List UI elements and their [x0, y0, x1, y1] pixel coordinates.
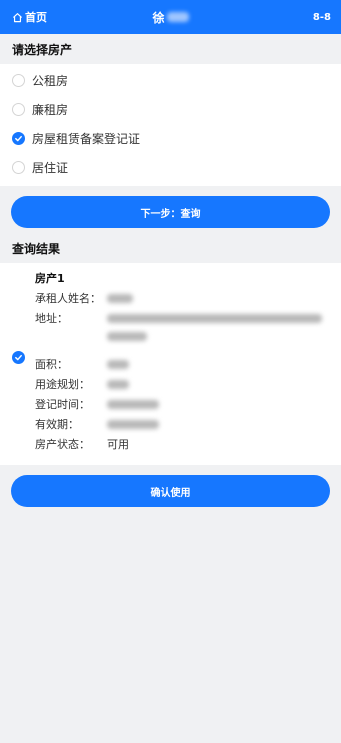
field-label: 用途规划：	[35, 378, 90, 391]
user-title: 徐	[152, 9, 189, 26]
radio-checked-icon[interactable]	[12, 351, 25, 364]
redacted-value	[107, 294, 133, 303]
field-label: 承租人姓名：	[35, 292, 101, 305]
field-label: 有效期：	[35, 418, 79, 431]
select-property-title: 请选择房产	[12, 43, 73, 57]
field-validity-period: 有效期：	[0, 415, 341, 435]
field-registration-time: 登记时间：	[0, 395, 341, 415]
top-nav-bar: 首页 徐 8-8	[0, 0, 341, 34]
redacted-value	[107, 420, 159, 429]
redacted-value	[107, 309, 322, 341]
property-status-value: 可用	[107, 438, 129, 451]
field-area: 面积：	[0, 355, 341, 375]
query-result-title: 查询结果	[12, 242, 61, 256]
option-label: 居住证	[32, 161, 69, 175]
radio-checked-icon[interactable]	[12, 132, 25, 145]
option-public-rental[interactable]: 公租房	[0, 66, 341, 95]
property-result-card[interactable]: 房产1 承租人姓名： 地址： 面积： 用途规划： 登记时间： 有效期： 房产状态…	[0, 263, 341, 465]
property-title: 房产1	[35, 272, 65, 285]
option-residence-permit[interactable]: 居住证	[0, 153, 341, 182]
radio-unchecked-icon[interactable]	[12, 103, 25, 116]
redacted-value	[107, 360, 129, 369]
property-options: 公租房 廉租房 房屋租赁备案登记证 居住证	[0, 64, 341, 186]
option-lease-registration[interactable]: 房屋租赁备案登记证	[0, 124, 341, 153]
home-icon	[12, 12, 23, 22]
field-address: 地址：	[0, 309, 341, 341]
redacted-value	[107, 400, 159, 409]
option-label: 公租房	[32, 74, 69, 88]
field-property-status: 房产状态： 可用	[0, 435, 341, 455]
home-link[interactable]: 首页	[12, 9, 47, 25]
confirm-use-button[interactable]: 确认使用	[11, 475, 330, 507]
option-label: 廉租房	[32, 103, 69, 117]
home-label: 首页	[25, 11, 47, 24]
field-label: 登记时间：	[35, 398, 90, 411]
field-label: 面积：	[35, 358, 68, 371]
redacted-value	[107, 380, 129, 389]
user-name-redacted	[166, 12, 189, 22]
header-badge: 8-8	[312, 11, 331, 23]
radio-unchecked-icon[interactable]	[12, 74, 25, 87]
field-tenant-name: 承租人姓名：	[0, 289, 341, 309]
field-label: 地址：	[35, 312, 68, 325]
option-low-rent[interactable]: 廉租房	[0, 95, 341, 124]
option-label: 房屋租赁备案登记证	[32, 132, 141, 146]
user-name: 徐	[152, 10, 165, 25]
field-label: 房产状态：	[35, 438, 90, 451]
radio-unchecked-icon[interactable]	[12, 161, 25, 174]
next-query-button[interactable]: 下一步：查询	[11, 196, 330, 228]
field-usage-plan: 用途规划：	[0, 375, 341, 395]
